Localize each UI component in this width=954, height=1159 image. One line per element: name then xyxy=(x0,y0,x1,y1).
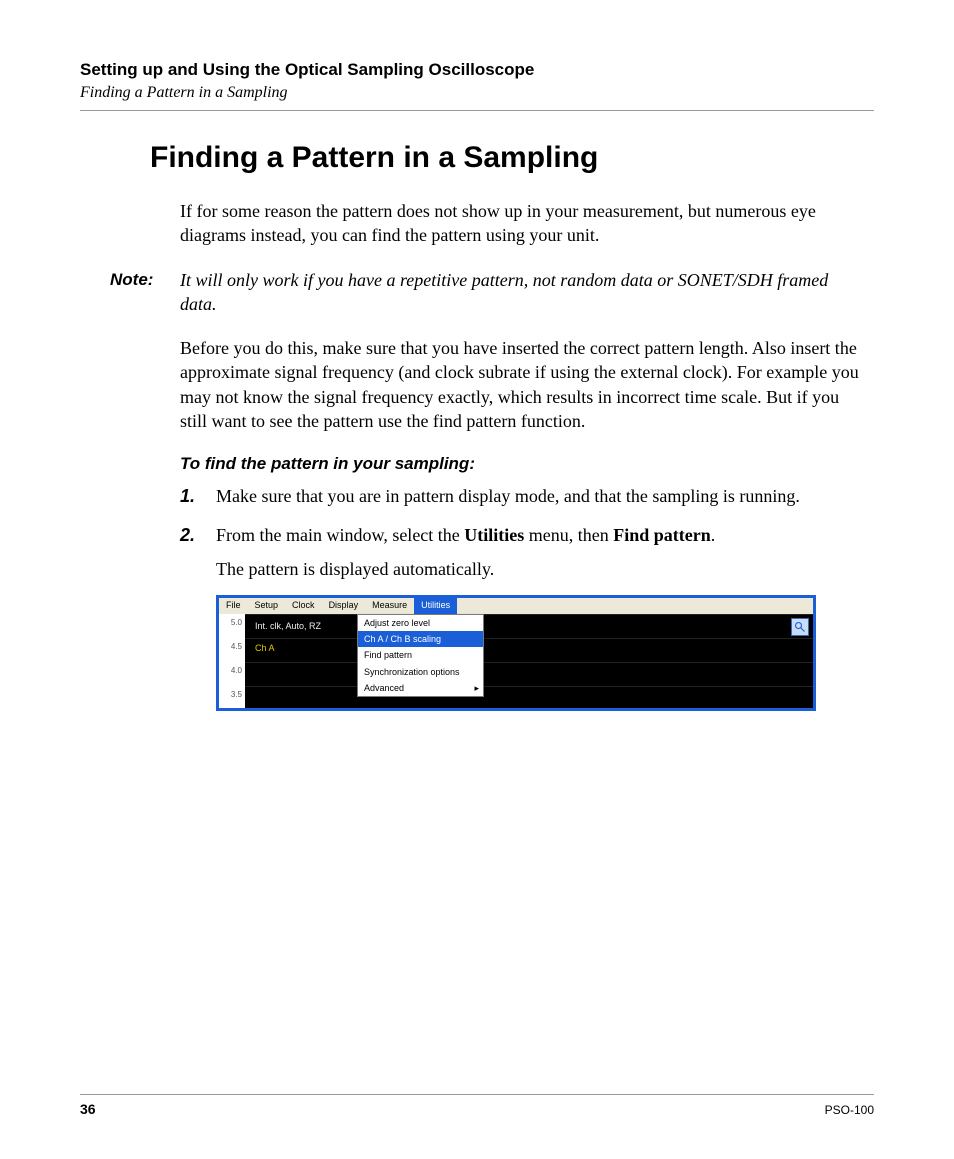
footer-rule xyxy=(80,1094,874,1095)
intro-paragraph: If for some reason the pattern does not … xyxy=(180,199,864,248)
note-label: Note: xyxy=(110,268,180,292)
page-number: 36 xyxy=(80,1101,96,1117)
step-2: From the main window, select the Utiliti… xyxy=(180,523,864,712)
plot-channel-label: Ch A xyxy=(255,642,275,654)
step-list: Make sure that you are in pattern displa… xyxy=(180,484,864,711)
step-2-text-mid: menu, then xyxy=(524,525,613,545)
procedure-heading: To find the pattern in your sampling: xyxy=(180,453,864,476)
dropdown-adjust-zero[interactable]: Adjust zero level xyxy=(358,615,483,631)
y-tick: 4.0 xyxy=(231,666,242,677)
step-2-text-post: . xyxy=(711,525,716,545)
page-footer: 36 PSO-100 xyxy=(80,1094,874,1117)
step-1: Make sure that you are in pattern displa… xyxy=(180,484,864,508)
dropdown-chab-scaling[interactable]: Ch A / Ch B scaling xyxy=(358,631,483,647)
model-number: PSO-100 xyxy=(825,1103,874,1117)
before-paragraph: Before you do this, make sure that you h… xyxy=(180,336,864,433)
plot-area: Int. clk, Auto, RZ Ch A xyxy=(245,614,813,708)
magnifier-icon xyxy=(794,621,806,633)
note-block: Note: It will only work if you have a re… xyxy=(110,268,864,317)
step-2-utilities: Utilities xyxy=(464,525,524,545)
utilities-dropdown: Adjust zero level Ch A / Ch B scaling Fi… xyxy=(357,614,484,697)
menu-display[interactable]: Display xyxy=(322,598,366,614)
step-2-text-pre: From the main window, select the xyxy=(216,525,464,545)
menu-utilities[interactable]: Utilities xyxy=(414,598,457,614)
header-rule xyxy=(80,110,874,111)
plot-status-label: Int. clk, Auto, RZ xyxy=(255,620,321,632)
dropdown-sync-options[interactable]: Synchronization options xyxy=(358,664,483,680)
y-tick: 4.5 xyxy=(231,642,242,653)
y-tick: 5.0 xyxy=(231,618,242,629)
dropdown-find-pattern[interactable]: Find pattern xyxy=(358,647,483,663)
menu-measure[interactable]: Measure xyxy=(365,598,414,614)
dropdown-advanced[interactable]: Advanced xyxy=(358,680,483,696)
step-2-result: The pattern is displayed automatically. xyxy=(216,557,864,581)
running-header-chapter: Setting up and Using the Optical Samplin… xyxy=(80,60,874,80)
y-tick: 3.5 xyxy=(231,690,242,701)
menu-file[interactable]: File xyxy=(219,598,248,614)
note-body: It will only work if you have a repetiti… xyxy=(180,268,864,317)
menu-clock[interactable]: Clock xyxy=(285,598,322,614)
y-axis: 5.0 4.5 4.0 3.5 xyxy=(219,614,245,708)
menu-setup[interactable]: Setup xyxy=(248,598,286,614)
running-header-section: Finding a Pattern in a Sampling xyxy=(80,84,874,102)
page-title: Finding a Pattern in a Sampling xyxy=(150,141,874,175)
plot-row: 5.0 4.5 4.0 3.5 Int. clk, Auto, RZ Ch A xyxy=(219,614,813,708)
embedded-screenshot: File Setup Clock Display Measure Utiliti… xyxy=(216,595,816,711)
zoom-icon[interactable] xyxy=(791,618,809,636)
menubar: File Setup Clock Display Measure Utiliti… xyxy=(219,598,813,615)
step-2-findpattern: Find pattern xyxy=(613,525,711,545)
